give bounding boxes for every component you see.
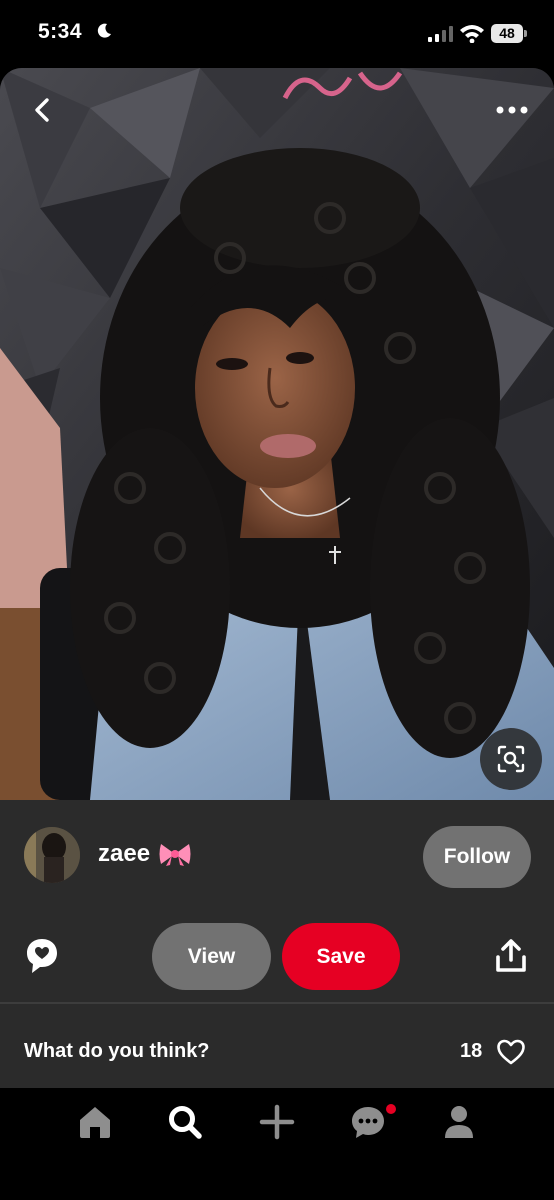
nav-create[interactable] [255,1100,299,1144]
more-options-button[interactable] [492,96,532,124]
comment-prompt[interactable]: What do you think? [24,1040,210,1063]
share-button[interactable] [494,938,528,974]
save-button[interactable]: Save [282,923,400,990]
pin-info-panel: zaee Follow View Save What do you think?… [0,800,554,1088]
share-icon [496,939,526,972]
comment-icon [27,939,57,973]
notification-dot [386,1104,396,1114]
heart-icon[interactable] [496,1038,526,1066]
status-bar: 5:34 48 [0,0,554,68]
nav-search[interactable] [163,1100,207,1144]
profile-icon [445,1106,473,1138]
pin-image[interactable] [0,68,554,800]
messages-icon [352,1107,384,1138]
more-options-icon [496,106,528,114]
visual-search-icon [497,745,525,773]
visual-search-button[interactable] [480,728,542,790]
home-icon [80,1107,110,1138]
battery-tip [524,30,527,37]
status-time: 5:34 [38,20,83,43]
username[interactable]: zaee [98,840,150,868]
avatar-image [24,827,80,883]
back-button[interactable] [26,94,58,126]
bottom-nav [0,1088,554,1200]
battery-icon: 48 [491,24,523,43]
signal-icon [428,26,453,42]
bow-icon [159,844,191,866]
pin-detail-screen: 5:34 48 zaee Follow View Save What do yo… [0,0,554,1200]
nav-profile[interactable] [437,1100,481,1144]
divider [0,1002,554,1004]
like-count: 18 [460,1040,483,1062]
comment-button[interactable] [24,936,60,976]
create-icon [259,1104,295,1140]
back-arrow-icon [35,98,49,122]
search-icon [169,1106,202,1139]
follow-button[interactable]: Follow [423,826,531,888]
nav-messages[interactable] [346,1100,390,1144]
nav-home[interactable] [73,1100,117,1144]
pin-photo-illustration [0,68,554,800]
wifi-icon [460,25,484,43]
moon-icon [97,23,111,38]
view-button[interactable]: View [152,923,271,990]
avatar[interactable] [24,827,80,883]
